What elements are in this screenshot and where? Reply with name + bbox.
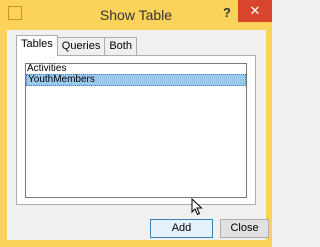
tab-panel: Activities YouthMembers <box>16 55 256 205</box>
table-listbox[interactable]: Activities YouthMembers <box>25 63 247 198</box>
help-button[interactable]: ? <box>218 4 236 22</box>
list-item[interactable]: YouthMembers <box>26 74 246 86</box>
tab-strip: Tables Queries Both <box>16 35 137 56</box>
dialog-client-area: Tables Queries Both Activities YouthMemb… <box>7 30 269 240</box>
tab-queries[interactable]: Queries <box>56 37 106 56</box>
close-window-button[interactable]: ✕ <box>238 0 272 22</box>
mouse-pointer-icon <box>191 198 203 216</box>
title-bar[interactable]: Show Table ? ✕ <box>0 0 272 30</box>
show-table-dialog: Show Table ? ✕ Tables Queries Both Activ… <box>0 0 272 247</box>
tab-tables[interactable]: Tables <box>16 35 58 56</box>
tab-both[interactable]: Both <box>104 37 137 56</box>
close-button[interactable]: Close <box>220 219 269 238</box>
add-button[interactable]: Add <box>150 219 213 238</box>
list-item[interactable]: Activities <box>26 64 246 74</box>
